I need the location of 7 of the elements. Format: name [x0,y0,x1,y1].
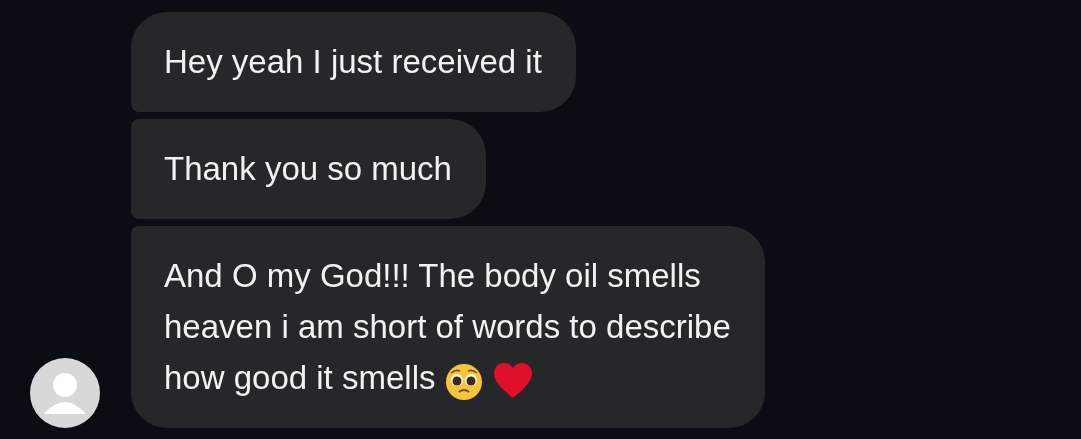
message-line: Thank you so much [164,149,452,189]
message-line: how good it smells [164,358,436,398]
message-line: And O my God!!! The body oil smells [164,256,701,296]
heart-icon [493,362,534,399]
message-line: Hey yeah I just received it [164,42,542,82]
message-line: heaven i am short of words to describe [164,307,731,347]
pleading-face-icon [445,362,484,401]
